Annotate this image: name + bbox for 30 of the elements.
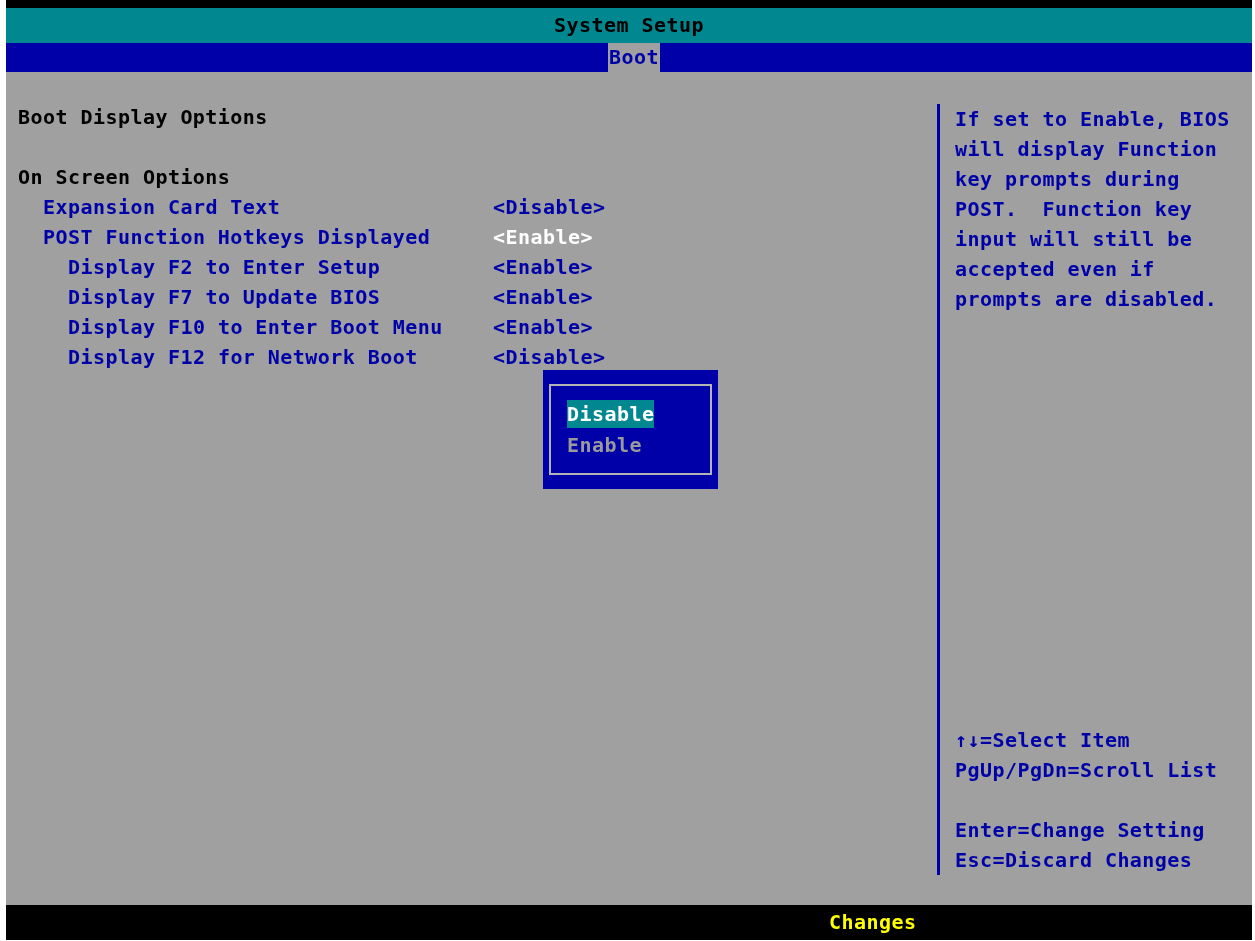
help-text: key prompts during [955,166,1181,193]
help-text: prompts are disabled. [955,286,1219,313]
key-hint: ↑↓=Select Item [955,727,1131,754]
setting-label[interactable]: POST Function Hotkeys Displayed [43,222,431,252]
help-text: accepted even if [955,256,1156,283]
key-hint: PgUp/PgDn=Scroll List [955,757,1219,784]
window-title: System Setup [6,8,1252,43]
help-text: POST. Function key [955,196,1194,223]
setting-label[interactable]: Display F2 to Enter Setup [68,252,381,282]
setting-label[interactable]: Display F7 to Update BIOS [68,282,381,312]
tab[interactable]: Boot [608,43,660,72]
help-text: will display Function [955,136,1219,163]
setting-label[interactable]: Expansion Card Text [43,192,281,222]
setting-value[interactable]: <Disable> [493,342,606,372]
setting-value[interactable]: <Enable> [493,312,593,342]
key-hint: Enter=Change Setting [955,817,1206,844]
setting-label[interactable]: Display F12 for Network Boot [68,342,418,372]
key-hint: Esc=Discard Changes [955,847,1194,874]
status-bar: Changes [6,905,1252,940]
help-text: input will still be [955,226,1194,253]
setting-value[interactable]: <Disable> [493,192,606,222]
setting-label[interactable]: Display F10 to Enter Boot Menu [68,312,443,342]
setting-value[interactable]: <Enable> [493,282,593,312]
menu-option[interactable]: Enable [567,430,642,460]
section-heading: On Screen Options [18,165,231,189]
menu-option[interactable]: Disable [567,400,655,428]
page-title: Boot Display Options [18,105,268,129]
setting-value[interactable]: <Enable> [493,222,593,252]
setting-value[interactable]: <Enable> [493,252,593,282]
help-text: If set to Enable, BIOS [955,106,1231,133]
